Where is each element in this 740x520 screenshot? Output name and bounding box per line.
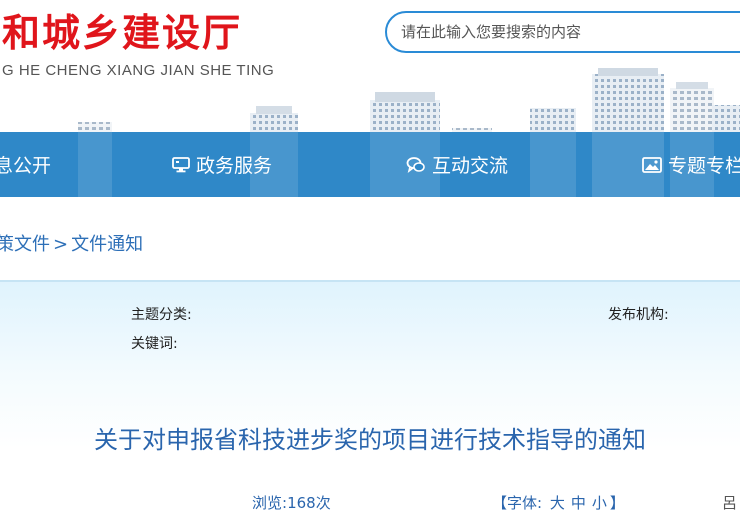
divider: [0, 280, 740, 282]
views-count: 168: [287, 494, 316, 512]
nav-item-info-disclosure[interactable]: 息公开: [0, 132, 51, 197]
nav-item-government-services[interactable]: 政务服务: [172, 132, 272, 197]
breadcrumb-item-file-notices[interactable]: 文件通知: [71, 234, 143, 255]
monitor-icon: [172, 156, 190, 172]
truncated-action-text[interactable]: 呂: [722, 492, 737, 513]
font-size-small-button[interactable]: 小: [592, 494, 607, 512]
article-title: 关于对申报省科技进步奖的项目进行技术指导的通知: [94, 426, 646, 454]
nav-item-label: 政务服务: [196, 155, 273, 177]
font-size-large-button[interactable]: 大: [550, 494, 565, 512]
font-size-label: 【字体:: [492, 494, 543, 512]
article-panel: 主题分类: 关键词: 发布机构: 关于对申报省科技进步奖的项目进行技术指导的通知…: [0, 280, 740, 520]
image-icon: [642, 156, 662, 173]
breadcrumb: 策文件 > 文件通知: [0, 230, 143, 256]
search-input[interactable]: [399, 22, 703, 42]
main-nav: 息公开 政务服务 互动交流 专题专栏: [0, 132, 740, 197]
views-unit: 次: [315, 494, 331, 512]
site-title[interactable]: 和城乡建设厅: [2, 2, 242, 57]
breadcrumb-separator: >: [53, 234, 69, 255]
search-box[interactable]: [385, 11, 740, 53]
nav-skyline-decoration: [78, 132, 714, 197]
breadcrumb-item-policy-documents[interactable]: 策文件: [0, 234, 50, 255]
view-count: 浏览:168次: [252, 492, 331, 513]
keywords-label: 关键词:: [131, 336, 178, 352]
publisher-label: 发布机构:: [608, 307, 669, 323]
nav-item-label: 专题专栏: [668, 155, 740, 177]
nav-item-special-topics[interactable]: 专题专栏: [642, 132, 740, 197]
nav-item-label: 息公开: [0, 155, 52, 177]
nav-item-label: 互动交流: [432, 155, 509, 177]
font-size-control: 【字体: 大中小】: [492, 492, 625, 513]
font-size-medium-button[interactable]: 中: [571, 494, 586, 512]
nav-item-interaction[interactable]: 互动交流: [406, 132, 508, 197]
site-title-pinyin: G HE CHENG XIANG JIAN SHE TING: [2, 62, 275, 79]
chat-icon: [406, 156, 425, 173]
views-label: 浏览:: [252, 494, 288, 512]
font-size-close-bracket: 】: [609, 494, 625, 512]
site-header: 和城乡建设厅 G HE CHENG XIANG JIAN SHE TING: [0, 0, 740, 132]
subject-category-label: 主题分类:: [131, 307, 192, 323]
